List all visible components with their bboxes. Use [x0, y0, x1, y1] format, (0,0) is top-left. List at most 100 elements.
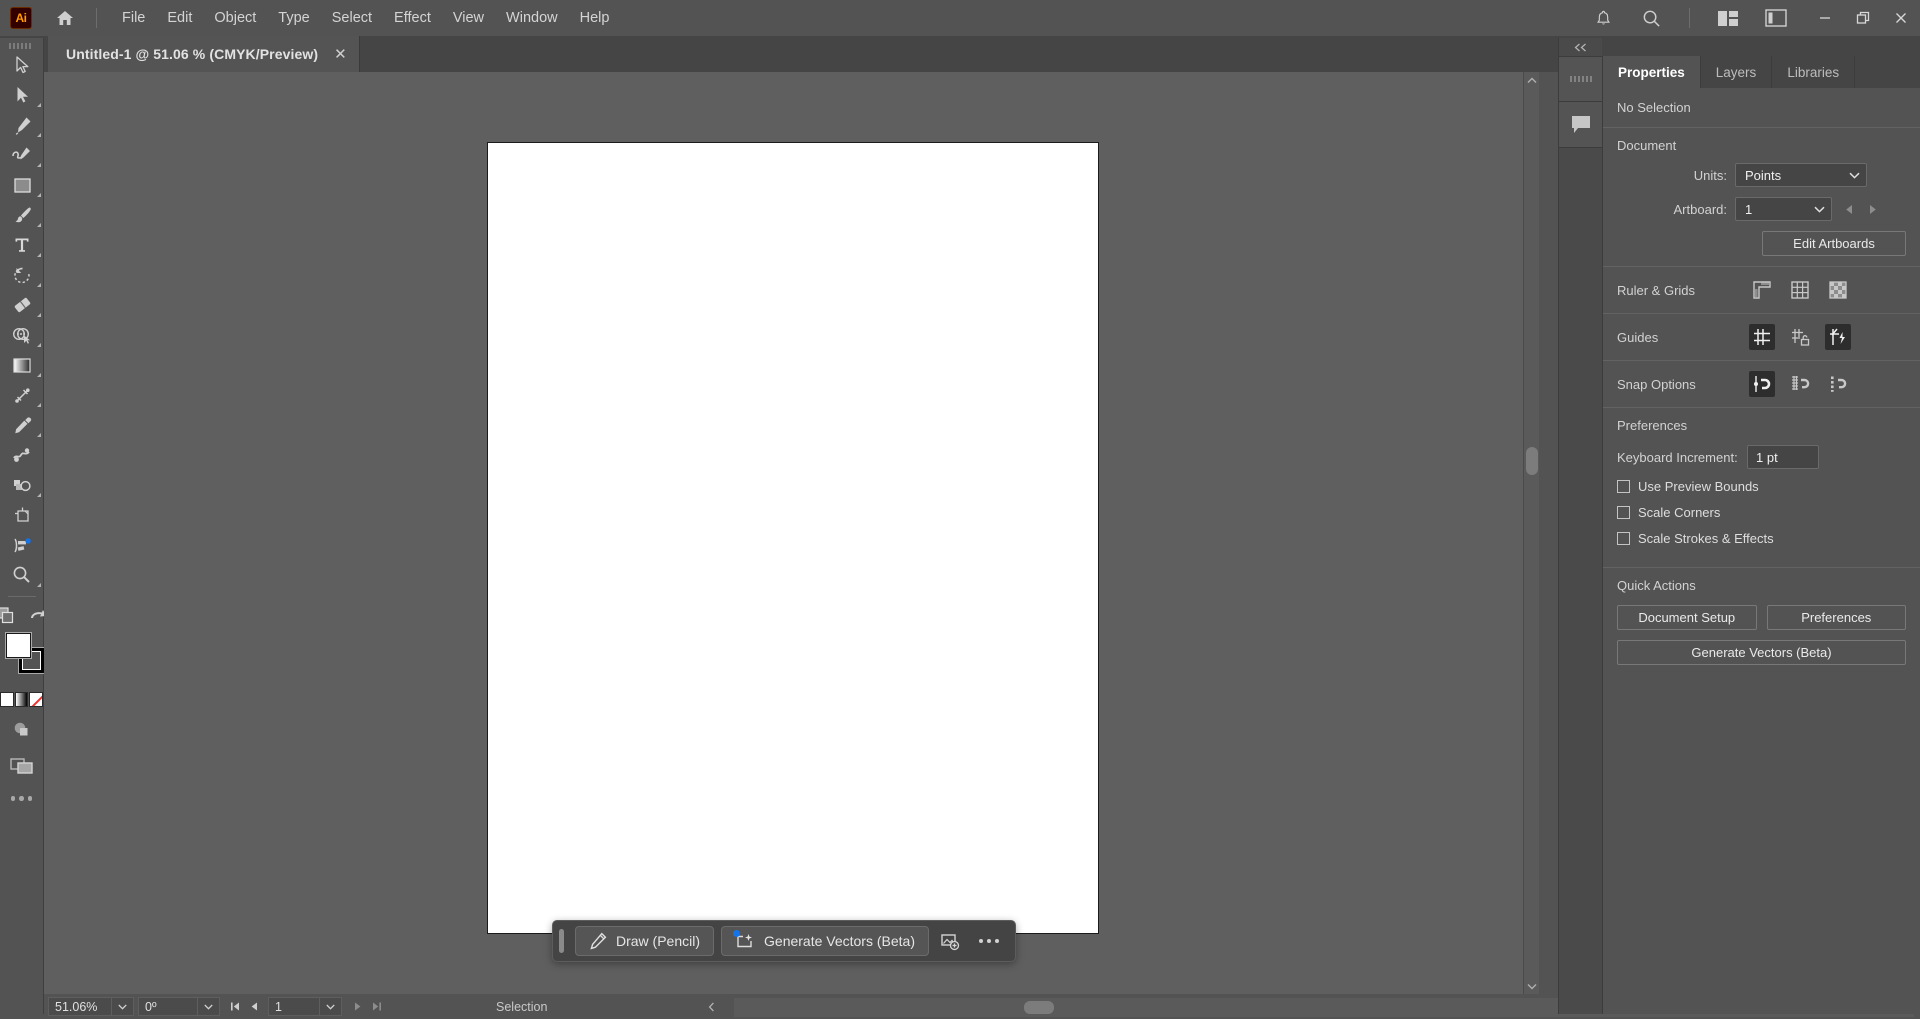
blend-tool[interactable]: [0, 440, 44, 470]
shape-builder-tool[interactable]: [0, 320, 44, 350]
edit-toolbar-icon[interactable]: [0, 775, 43, 801]
rectangle-tool[interactable]: [0, 170, 44, 200]
menu-item-object[interactable]: Object: [203, 4, 267, 32]
app-logo[interactable]: Ai: [10, 7, 32, 29]
units-select[interactable]: Points: [1735, 163, 1867, 187]
contextual-toolbar-grip[interactable]: [559, 929, 564, 953]
gradient-swatch-icon[interactable]: [15, 692, 29, 707]
fill-stroke-control[interactable]: [0, 630, 44, 686]
zoom-tool[interactable]: [0, 560, 44, 590]
artboard-dropdown-icon[interactable]: [320, 997, 342, 1016]
panel-toggle-icon[interactable]: [1759, 1, 1793, 35]
home-icon[interactable]: [48, 1, 82, 35]
scroll-down-icon[interactable]: [1524, 978, 1540, 994]
gradient-tool[interactable]: [0, 350, 44, 380]
generate-vectors-button[interactable]: Generate Vectors (Beta): [721, 926, 929, 956]
tab-libraries[interactable]: Libraries: [1772, 56, 1855, 88]
menu-item-file[interactable]: File: [111, 4, 156, 32]
document-setup-button[interactable]: Document Setup: [1617, 605, 1757, 630]
use-preview-bounds-row[interactable]: Use Preview Bounds: [1617, 479, 1906, 494]
artboard-number-field[interactable]: 1: [268, 997, 320, 1016]
lock-guides-icon[interactable]: [1787, 324, 1813, 350]
keyboard-increment-input[interactable]: 1 pt: [1747, 445, 1819, 469]
scroll-up-icon[interactable]: [1524, 72, 1540, 88]
scroll-left-icon[interactable]: [708, 1002, 715, 1012]
type-tool[interactable]: [0, 230, 44, 260]
close-icon[interactable]: ✕: [334, 47, 347, 62]
pen-tool[interactable]: [0, 110, 44, 140]
draw-mode-icon[interactable]: [0, 707, 43, 739]
menu-item-effect[interactable]: Effect: [383, 4, 442, 32]
direct-selection-tool[interactable]: [0, 80, 44, 110]
eyedropper-tool[interactable]: [0, 410, 44, 440]
zoom-level-field[interactable]: 51.06%: [48, 997, 112, 1016]
show-rulers-icon[interactable]: [1749, 277, 1775, 303]
curvature-tool[interactable]: [0, 140, 44, 170]
prev-artboard-icon[interactable]: [245, 997, 264, 1016]
retype-tool[interactable]: [0, 530, 44, 560]
use-preview-bounds-checkbox[interactable]: [1617, 480, 1630, 493]
menu-item-view[interactable]: View: [442, 4, 495, 32]
show-guides-icon[interactable]: [1749, 324, 1775, 350]
width-tool[interactable]: [0, 380, 44, 410]
rotate-tool[interactable]: [0, 260, 44, 290]
close-button[interactable]: [1882, 0, 1920, 36]
canvas-vertical-scrollbar[interactable]: [1523, 72, 1539, 994]
none-swatch-icon[interactable]: [29, 692, 43, 707]
comments-panel-icon[interactable]: [1559, 56, 1603, 102]
draw-pencil-button[interactable]: Draw (Pencil): [575, 926, 714, 956]
zoom-dropdown-icon[interactable]: [112, 997, 134, 1016]
scale-corners-row[interactable]: Scale Corners: [1617, 505, 1906, 520]
menu-item-type[interactable]: Type: [267, 4, 320, 32]
show-grid-icon[interactable]: [1787, 277, 1813, 303]
next-artboard-icon[interactable]: [1867, 203, 1878, 216]
artboard-tool[interactable]: [0, 500, 44, 530]
scale-strokes-effects-row[interactable]: Scale Strokes & Effects: [1617, 531, 1906, 546]
vertical-scroll-thumb[interactable]: [1526, 447, 1538, 475]
scale-corners-checkbox[interactable]: [1617, 506, 1630, 519]
show-transparency-grid-icon[interactable]: [1825, 277, 1851, 303]
more-options-icon[interactable]: [973, 939, 1005, 943]
snap-to-pixel-icon[interactable]: [1825, 371, 1851, 397]
snap-to-point-icon[interactable]: [1749, 371, 1775, 397]
comments-icon[interactable]: [1559, 102, 1603, 148]
scale-strokes-effects-checkbox[interactable]: [1617, 532, 1630, 545]
change-screen-mode-icon[interactable]: [0, 606, 16, 626]
document-tab[interactable]: Untitled-1 @ 51.06 % (CMYK/Preview) ✕: [48, 36, 360, 72]
smart-guides-icon[interactable]: [1825, 324, 1851, 350]
preferences-button[interactable]: Preferences: [1767, 605, 1907, 630]
rotation-field[interactable]: 0º: [138, 997, 198, 1016]
place-image-icon[interactable]: [936, 926, 966, 956]
menu-item-edit[interactable]: Edit: [156, 4, 203, 32]
artboard-1[interactable]: [487, 142, 1099, 934]
fill-swatch[interactable]: [6, 633, 31, 658]
next-artboard-icon[interactable]: [348, 997, 367, 1016]
first-artboard-icon[interactable]: [226, 997, 245, 1016]
menu-item-select[interactable]: Select: [321, 4, 383, 32]
screen-mode-icon[interactable]: [0, 739, 43, 775]
restore-button[interactable]: [1844, 0, 1882, 36]
paintbrush-tool[interactable]: [0, 200, 44, 230]
prev-artboard-icon[interactable]: [1844, 203, 1855, 216]
edit-artboards-button[interactable]: Edit Artboards: [1762, 231, 1906, 256]
toolbar-grip[interactable]: [0, 38, 43, 50]
tab-properties[interactable]: Properties: [1603, 56, 1701, 88]
menu-item-help[interactable]: Help: [569, 4, 621, 32]
search-icon[interactable]: [1634, 1, 1668, 35]
menu-item-window[interactable]: Window: [495, 4, 569, 32]
eraser-tool[interactable]: [0, 290, 44, 320]
color-swatch-icon[interactable]: [0, 692, 14, 707]
rotation-dropdown-icon[interactable]: [198, 997, 220, 1016]
workspace-switcher-icon[interactable]: [1711, 1, 1745, 35]
canvas-area[interactable]: [44, 72, 1539, 994]
snap-to-grid-icon[interactable]: [1787, 371, 1813, 397]
tab-layers[interactable]: Layers: [1701, 56, 1773, 88]
collapse-panels-icon[interactable]: [1559, 38, 1602, 56]
horizontal-scroll-thumb[interactable]: [1024, 1001, 1054, 1014]
artboard-select[interactable]: 1: [1735, 197, 1832, 221]
selection-tool[interactable]: [0, 50, 44, 80]
column-graph-tool[interactable]: [0, 470, 44, 500]
minimize-button[interactable]: [1806, 0, 1844, 36]
last-artboard-icon[interactable]: [367, 997, 386, 1016]
generate-vectors-beta-button[interactable]: Generate Vectors (Beta): [1617, 640, 1906, 665]
